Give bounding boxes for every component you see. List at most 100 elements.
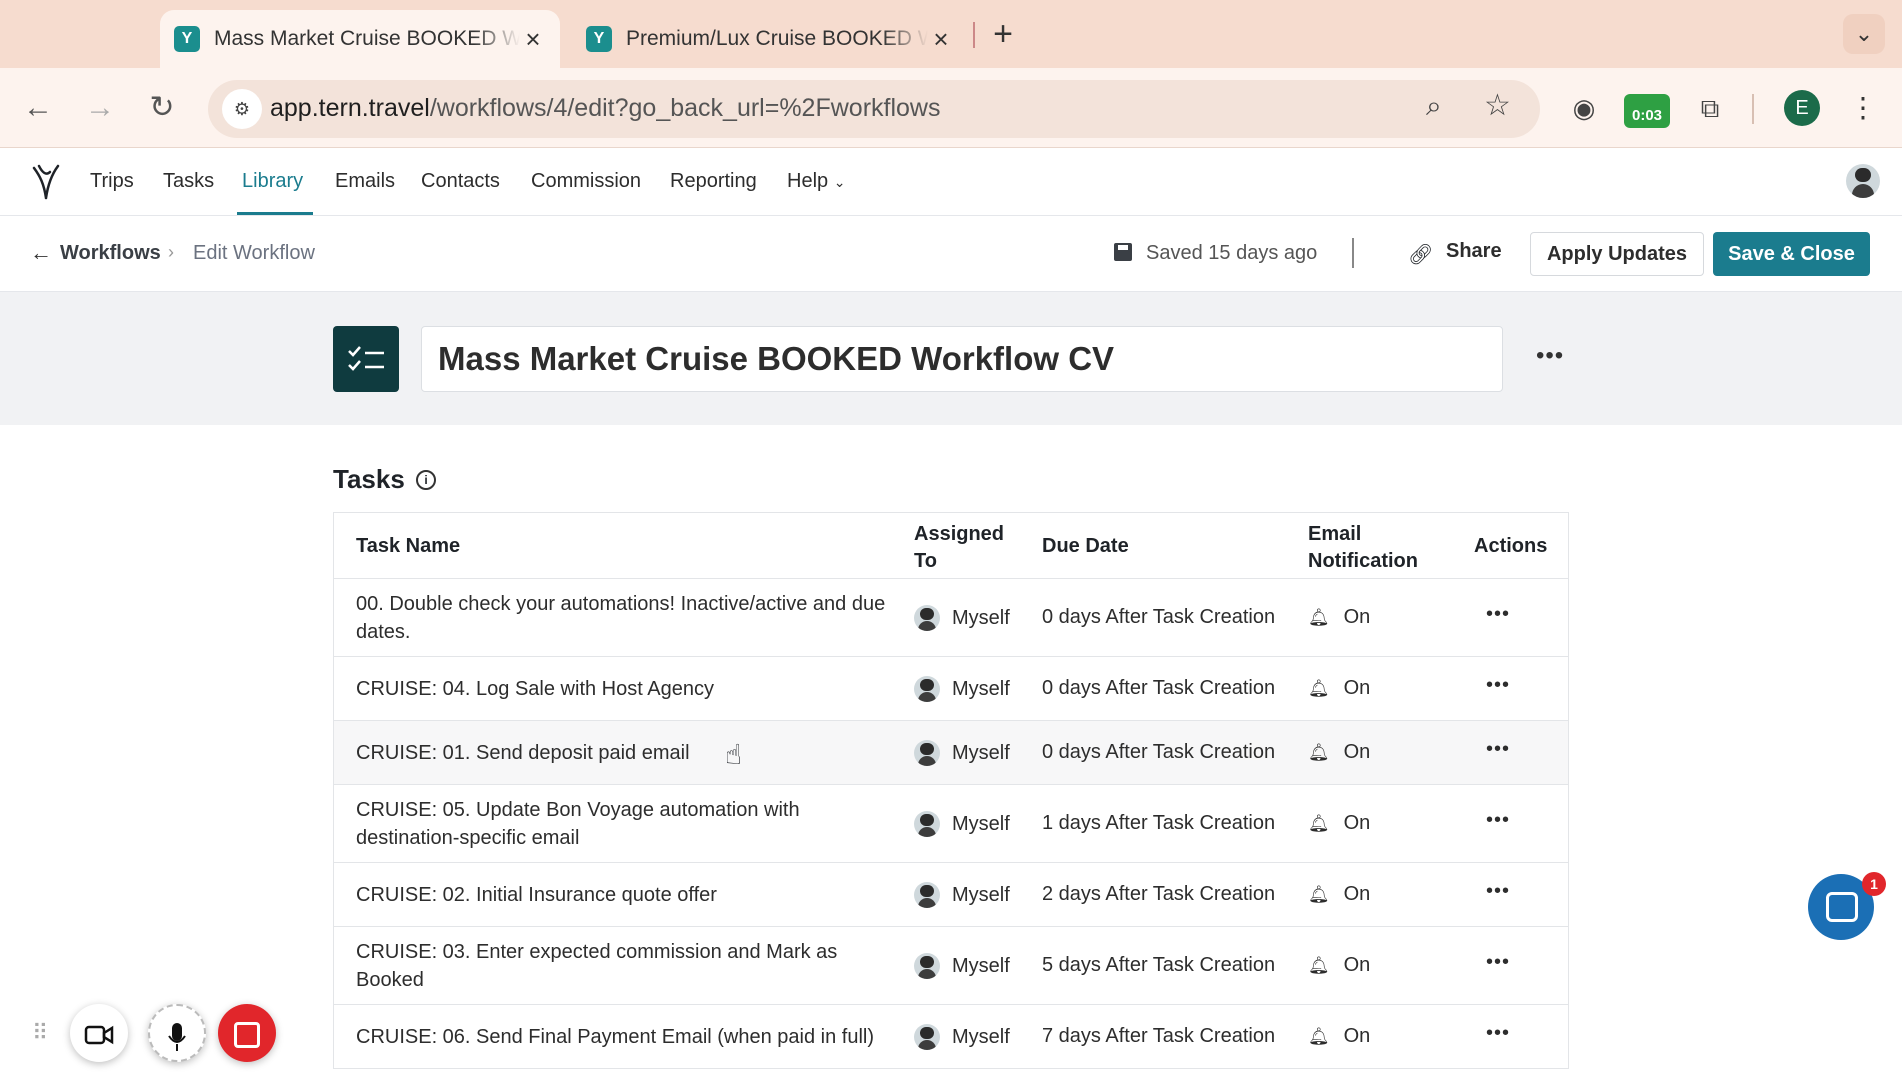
info-icon[interactable]: i [416,470,436,490]
assignee-name: Myself [952,677,1010,700]
email-notification[interactable]: 🔔︎ On [1308,677,1370,700]
tern-logo-icon[interactable] [30,162,62,202]
task-name[interactable]: 00. Double check your automations! Inact… [356,590,896,646]
task-name[interactable]: CRUISE: 03. Enter expected commission an… [356,938,896,994]
assignee-name: Myself [952,606,1010,629]
save-close-button[interactable]: Save & Close [1713,232,1870,276]
row-actions-icon[interactable]: ••• [1486,674,1510,697]
assignee-name: Myself [952,812,1010,835]
drag-handle-icon[interactable]: ⠿ [32,1020,48,1046]
tasks-heading: Tasks [333,464,405,494]
assignee[interactable]: Myself [914,1024,1010,1050]
active-nav-indicator [237,212,313,215]
nav-reporting[interactable]: Reporting [670,170,757,193]
browser-menu-icon[interactable]: ⋮ [1848,86,1878,130]
back-arrow-icon[interactable]: ← [30,240,52,266]
workflow-title-band: ••• [0,292,1902,425]
table-row[interactable]: CRUISE: 03. Enter expected commission an… [334,927,1568,1005]
breadcrumb-chevron-icon: › [168,242,174,262]
table-row[interactable]: CRUISE: 01. Send deposit paid email Myse… [334,721,1568,785]
assignee[interactable]: Myself [914,953,1010,979]
nav-help-label: Help [787,170,829,192]
browser-tab-strip: Y Mass Market Cruise BOOKED Workflow CV … [0,0,1902,68]
notification-status: On [1343,883,1371,905]
row-actions-icon[interactable]: ••• [1486,1022,1510,1045]
task-name[interactable]: CRUISE: 05. Update Bon Voyage automation… [356,796,896,852]
row-actions-icon[interactable]: ••• [1486,951,1510,974]
assignee-name: Myself [952,883,1010,906]
nav-help[interactable]: Help ⌄ [787,170,845,193]
chevron-down-icon: ⌄ [833,174,846,190]
due-date: 5 days After Task Creation [1042,954,1276,976]
close-tab-icon[interactable]: × [520,24,546,55]
assignee[interactable]: Myself [914,811,1010,837]
timer-extension-badge[interactable]: 0:03 [1624,94,1670,128]
microphone-icon[interactable] [148,1004,206,1062]
avatar [914,1024,940,1050]
bookmark-star-icon[interactable]: ☆ [1484,88,1511,123]
nav-contacts[interactable]: Contacts [421,170,500,193]
share-button[interactable]: Share [1446,240,1502,263]
header-divider [1352,238,1354,268]
due-date: 0 days After Task Creation [1042,741,1276,763]
nav-tasks[interactable]: Tasks [163,170,214,193]
zoom-icon[interactable]: ⌕ [1426,90,1442,123]
assignee[interactable]: Myself [914,882,1010,908]
assignee[interactable]: Myself [914,605,1010,631]
table-row[interactable]: 00. Double check your automations! Inact… [334,579,1568,657]
table-row[interactable]: CRUISE: 04. Log Sale with Host Agency My… [334,657,1568,721]
assignee[interactable]: Myself [914,740,1010,766]
address-bar[interactable]: ⚙ app.tern.travel/workflows/4/edit?go_ba… [208,80,1540,138]
nav-library[interactable]: Library [242,170,303,193]
more-options-icon[interactable]: ••• [1536,342,1564,370]
saved-status: Saved 15 days ago [1146,242,1318,264]
assignee-name: Myself [952,1025,1010,1048]
apply-updates-button[interactable]: Apply Updates [1530,232,1704,276]
workflow-title-input[interactable] [421,326,1503,392]
task-name[interactable]: CRUISE: 02. Initial Insurance quote offe… [356,881,896,909]
breadcrumb-workflows[interactable]: Workflows [60,242,161,265]
email-notification[interactable]: 🔔︎ On [1308,883,1370,906]
row-actions-icon[interactable]: ••• [1486,738,1510,761]
avatar [914,605,940,631]
email-notification[interactable]: 🔔︎ On [1308,954,1370,977]
breadcrumb-current: Edit Workflow [193,242,315,264]
assignee[interactable]: Myself [914,676,1010,702]
task-name[interactable]: CRUISE: 06. Send Final Payment Email (wh… [356,1023,916,1051]
site-settings-icon[interactable]: ⚙ [222,89,262,129]
email-notification[interactable]: 🔔︎ On [1308,812,1370,835]
reload-icon[interactable]: ↻ [140,86,184,130]
email-notification[interactable]: 🔔︎ On [1308,1025,1370,1048]
camera-icon[interactable] [70,1004,128,1062]
new-tab-icon[interactable]: + [988,14,1018,54]
nav-trips[interactable]: Trips [90,170,134,193]
profile-avatar[interactable]: E [1784,90,1820,126]
task-name[interactable]: CRUISE: 01. Send deposit paid email [356,739,896,767]
url-text[interactable]: app.tern.travel/workflows/4/edit?go_back… [270,94,940,123]
browser-tab-active[interactable]: Y Mass Market Cruise BOOKED Workflow CV … [160,10,560,68]
browser-tab[interactable]: Y Premium/Lux Cruise BOOKED Workflow CV … [572,10,968,68]
assignee-name: Myself [952,954,1010,977]
email-notification[interactable]: 🔔︎ On [1308,741,1370,764]
col-assigned-to: Assigned To [914,521,1004,575]
extension-icon[interactable]: ◉ [1562,86,1606,130]
email-notification[interactable]: 🔔︎ On [1308,606,1370,629]
row-actions-icon[interactable]: ••• [1486,880,1510,903]
col-email-line1: Email [1308,523,1362,545]
tab-divider [973,22,975,48]
close-tab-icon[interactable]: × [928,24,954,55]
extensions-puzzle-icon[interactable]: ⧉ [1688,86,1732,130]
stop-recording-icon[interactable] [218,1004,276,1062]
table-row[interactable]: CRUISE: 02. Initial Insurance quote offe… [334,863,1568,927]
table-row[interactable]: CRUISE: 06. Send Final Payment Email (wh… [334,1005,1568,1069]
row-actions-icon[interactable]: ••• [1486,603,1510,626]
table-row[interactable]: CRUISE: 05. Update Bon Voyage automation… [334,785,1568,863]
forward-arrow-icon[interactable]: → [78,86,122,130]
user-avatar[interactable] [1846,164,1880,198]
nav-commission[interactable]: Commission [531,170,641,193]
back-arrow-icon[interactable]: ← [16,86,60,130]
row-actions-icon[interactable]: ••• [1486,809,1510,832]
nav-emails[interactable]: Emails [335,170,395,193]
task-name[interactable]: CRUISE: 04. Log Sale with Host Agency [356,675,896,703]
tab-search-chevron-icon[interactable]: ⌄ [1843,14,1885,54]
